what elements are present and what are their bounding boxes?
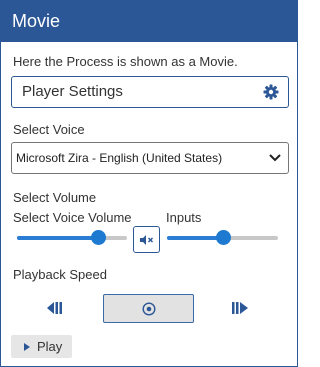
voice-volume-label: Select Voice Volume: [13, 210, 132, 225]
panel-header: Movie: [1, 1, 297, 42]
inputs-volume-thumb[interactable]: [215, 230, 231, 245]
normal-speed-button[interactable]: [103, 294, 194, 323]
play-icon: [24, 343, 30, 351]
mute-button[interactable]: [133, 226, 160, 253]
step-back-icon[interactable]: [47, 302, 65, 314]
select-voice-label: Select Voice: [13, 122, 85, 137]
gear-icon[interactable]: [263, 84, 279, 100]
player-settings-bar[interactable]: Player Settings: [11, 76, 289, 108]
inputs-volume-slider[interactable]: [167, 230, 278, 245]
step-forward-icon[interactable]: [232, 302, 250, 314]
voice-select-value: Microsoft Zira - English (United States): [16, 151, 223, 165]
speaker-mute-icon: [140, 235, 154, 245]
voice-volume-slider[interactable]: [17, 230, 127, 245]
inputs-volume-fill: [167, 236, 223, 240]
play-button[interactable]: Play: [11, 335, 72, 358]
voice-volume-thumb[interactable]: [91, 230, 107, 245]
voice-select[interactable]: Microsoft Zira - English (United States): [11, 142, 289, 174]
description-text: Here the Process is shown as a Movie.: [13, 54, 238, 69]
panel-title: Movie: [12, 11, 61, 31]
target-circle-icon: [142, 302, 156, 316]
chevron-down-icon: [269, 154, 281, 162]
playback-speed-label: Playback Speed: [13, 267, 107, 282]
movie-panel: Movie Here the Process is shown as a Mov…: [0, 0, 298, 367]
select-volume-label: Select Volume: [13, 190, 97, 205]
player-settings-label: Player Settings: [22, 83, 123, 100]
inputs-volume-label: Inputs: [166, 210, 202, 225]
voice-volume-fill: [17, 236, 99, 240]
play-button-label: Play: [37, 339, 63, 354]
